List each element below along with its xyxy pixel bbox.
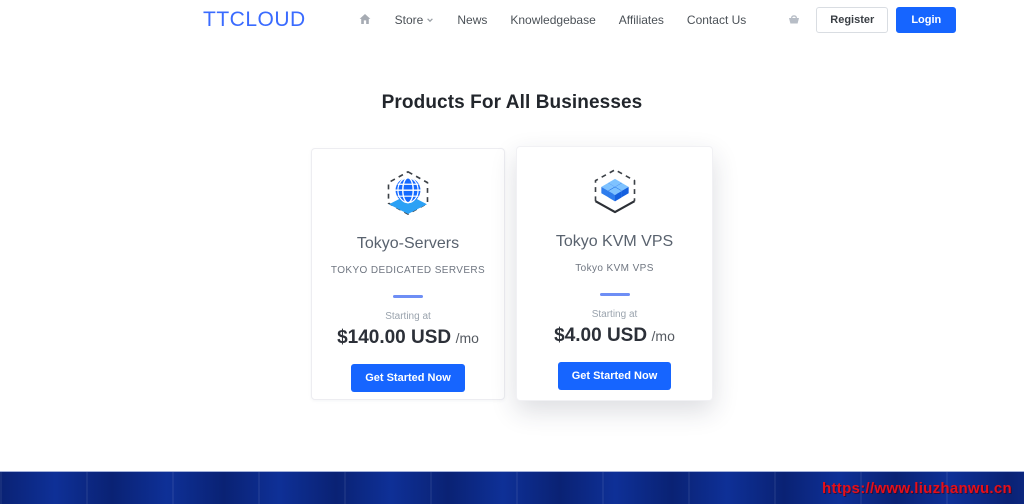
- price-value: $4.00 USD: [554, 325, 648, 346]
- main-nav: Store News Knowledgebase Affiliates Cont…: [358, 12, 746, 29]
- product-name: Tokyo KVM VPS: [555, 233, 674, 250]
- watermark-url: https://www.liuzhanwu.cn: [822, 479, 1012, 497]
- starting-at-label: Starting at: [591, 309, 638, 320]
- globe-hexagon-icon: [382, 169, 434, 219]
- home-icon: [358, 12, 372, 29]
- starting-at-label: Starting at: [385, 310, 431, 322]
- product-tagline: TOKYO DEDICATED SERVERS: [330, 264, 486, 276]
- price-row: $140.00 USD /mo: [337, 327, 479, 349]
- accent-divider: [393, 294, 423, 298]
- product-cards-row: Tokyo-Servers TOKYO DEDICATED SERVERS St…: [0, 146, 1024, 401]
- top-navbar: TTCLOUD Store News Knowledgebase Affilia…: [0, 0, 1024, 40]
- register-button[interactable]: Register: [816, 7, 889, 33]
- products-section: Products For All Businesses Tokyo-Server…: [0, 40, 1024, 471]
- footer-bar: https://www.liuzhanwu.cn: [0, 471, 1024, 504]
- brand-logo[interactable]: TTCLOUD: [203, 8, 306, 32]
- product-tagline: Tokyo KVM VPS: [575, 263, 654, 274]
- product-name: Tokyo-Servers: [356, 234, 460, 252]
- cart-icon: [786, 11, 802, 30]
- product-card-tokyo-kvm-vps[interactable]: Tokyo KVM VPS Tokyo KVM VPS Starting at …: [516, 146, 713, 401]
- auth-actions: Register Login: [786, 7, 957, 33]
- get-started-button[interactable]: Get Started Now: [351, 363, 465, 392]
- nav-home[interactable]: [358, 12, 372, 29]
- nav-affiliates[interactable]: Affiliates: [619, 13, 664, 27]
- get-started-button[interactable]: Get Started Now: [557, 362, 672, 390]
- price-period: /mo: [455, 329, 479, 346]
- accent-divider: [599, 293, 630, 296]
- login-button[interactable]: Login: [896, 7, 957, 33]
- nav-news[interactable]: News: [457, 13, 487, 27]
- price-value: $140.00 USD: [337, 326, 452, 348]
- cart-button[interactable]: [786, 11, 802, 30]
- kvm-cubes-icon: [589, 167, 641, 217]
- price-period: /mo: [651, 328, 675, 344]
- nav-store[interactable]: Store: [395, 13, 435, 27]
- product-card-tokyo-servers[interactable]: Tokyo-Servers TOKYO DEDICATED SERVERS St…: [311, 147, 505, 400]
- price-row: $4.00 USD /mo: [554, 325, 675, 347]
- nav-contact-us[interactable]: Contact Us: [687, 13, 746, 27]
- nav-knowledgebase[interactable]: Knowledgebase: [510, 13, 595, 27]
- page-title: Products For All Businesses: [381, 92, 643, 113]
- chevron-down-icon: [426, 13, 434, 27]
